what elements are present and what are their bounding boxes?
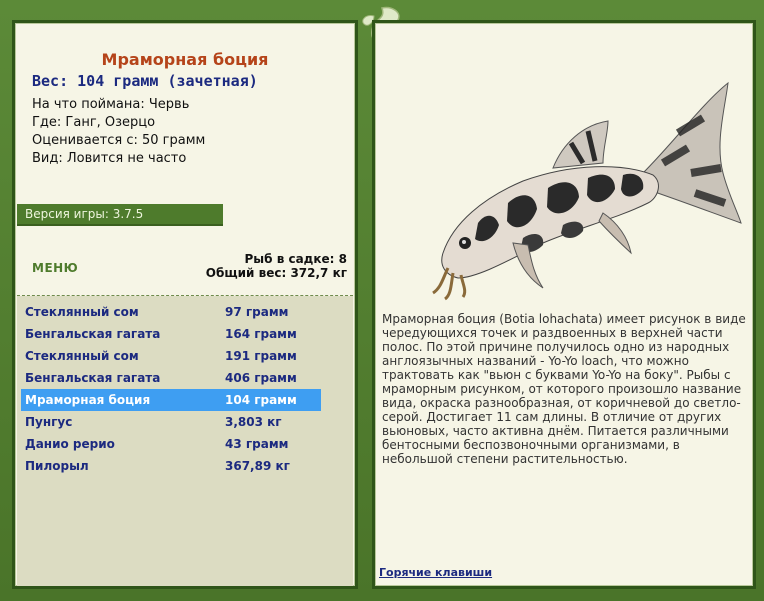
catch-row[interactable]: Бенгальская гагата 164 грамм [21,323,321,345]
catch-weight: 367,89 кг [225,459,290,473]
catch-row[interactable]: Бенгальская гагата 406 грамм [21,367,321,389]
catch-weight: 3,803 кг [225,415,282,429]
catch-weight: 191 грамм [225,349,297,363]
catch-name: Пунгус [25,415,73,429]
total-weight: Общий вес: 372,7 кг [205,266,347,280]
catch-name: Данио рерио [25,437,115,451]
catch-row[interactable]: Мраморная боция 104 грамм [21,389,321,411]
fish-info-panel: Мраморная боция Вес: 104 грамм (зачетная… [12,20,358,589]
catch-name: Стеклянный сом [25,349,139,363]
catch-row[interactable]: Стеклянный сом 97 грамм [21,301,321,323]
catch-weight: 97 грамм [225,305,289,319]
hotkeys-link[interactable]: Горячие клавиши [379,566,492,579]
fish-name-title: Мраморная боция [101,50,269,69]
catch-row[interactable]: Пунгус 3,803 кг [21,411,321,433]
fish-image [432,81,742,301]
catch-name: Стеклянный сом [25,305,139,319]
catch-name: Бенгальская гагата [25,327,161,341]
catch-name: Пилорыл [25,459,89,473]
fish-description: Мраморная боция (Botia lohachata) имеет … [382,312,746,466]
fish-details: На что поймана: Червь Где: Ганг, Озерцо … [32,96,205,168]
catch-weight: 43 грамм [225,437,289,451]
bait-info: На что поймана: Червь [32,97,190,112]
game-version: Версия игры: 3.7.5 [17,204,223,226]
fish-detail-panel: Мраморная боция (Botia lohachata) имеет … [372,20,756,589]
catch-weight: 406 грамм [225,371,297,385]
catch-row[interactable]: Стеклянный сом 191 грамм [21,345,321,367]
catch-name: Мраморная боция [25,393,151,407]
catch-weight: 104 грамм [225,393,297,407]
catch-list: Стеклянный сом 97 грамм Бенгальская гагата… [17,296,353,586]
fish-weight: Вес: 104 грамм (зачетная) [32,72,258,90]
cage-count: Рыб в садке: 8 [244,252,348,266]
place-info: Где: Ганг, Озерцо [32,115,156,130]
catch-name: Бенгальская гагата [25,371,161,385]
rating-info: Оценивается с: 50 грамм [32,133,206,148]
catch-row[interactable]: Пилорыл 367,89 кг [21,455,321,477]
kind-info: Вид: Ловится не часто [32,151,187,166]
menu-button[interactable]: МЕНЮ [32,261,78,275]
catch-row[interactable]: Данио рерио 43 грамм [21,433,321,455]
catch-weight: 164 грамм [225,327,297,341]
cage-stats: Рыб в садке: 8 Общий вес: 372,7 кг [206,252,347,280]
